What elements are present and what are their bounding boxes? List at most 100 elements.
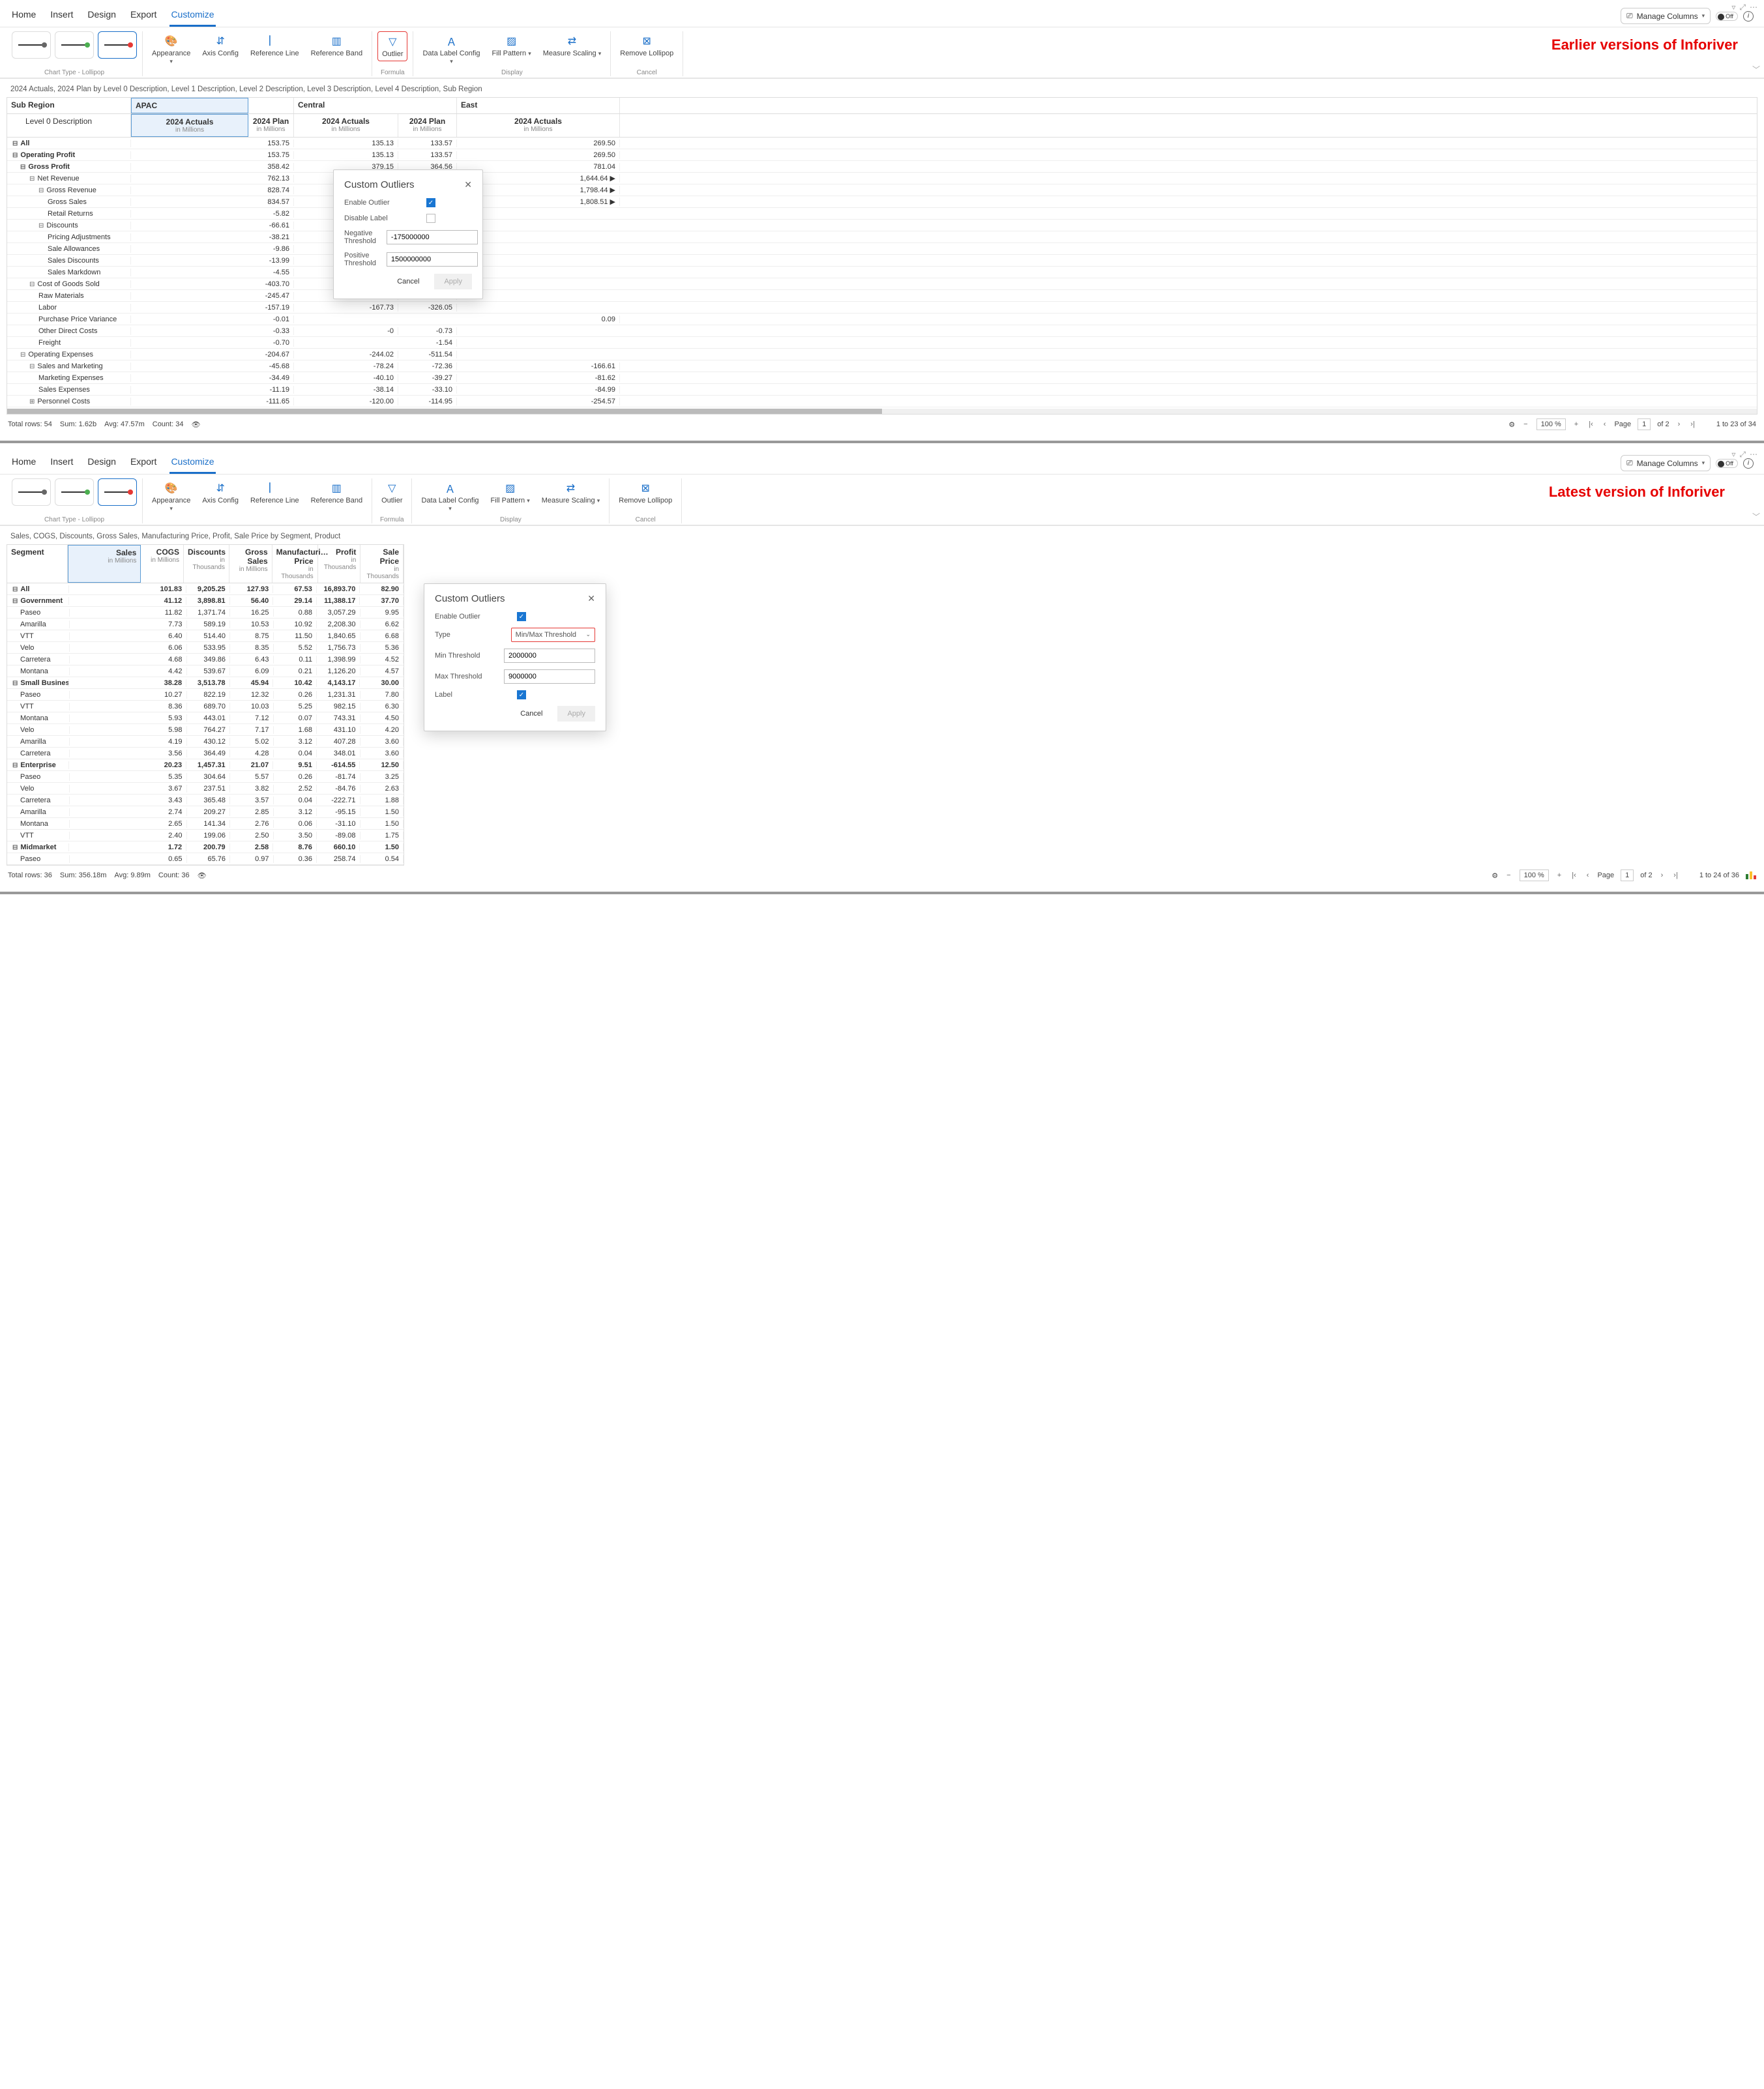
reference-band-button[interactable]: ▥Reference Band [307,478,367,507]
chart-thumb-3-selected[interactable] [98,478,137,506]
table-row[interactable]: Sales Markdown-5.44-4.55-4-8.57 [7,267,1757,278]
table-row[interactable]: ⊟Discounts-76.21-66.61-71.8-153.80 [7,220,1757,231]
negative-threshold-input[interactable] [387,230,478,244]
cancel-button[interactable]: Cancel [510,706,552,722]
page-last[interactable]: ›| [1671,871,1680,879]
table-row[interactable]: Sale Allowances-12.16-9.86-22.21 [7,243,1757,255]
measure-scaling-button[interactable]: ⇄Measure Scaling ▾ [539,31,606,60]
hscroll[interactable] [7,409,1757,414]
table-row[interactable]: Carretera3.913.56364.494.280.04348.013.6… [7,748,404,759]
table-row[interactable]: VTT2.302.40199.062.503.50-89.081.75 [7,830,404,841]
page-first[interactable]: |‹ [1587,420,1595,428]
zoom-in[interactable]: + [1572,420,1580,428]
table-row[interactable]: Amarilla2.642.74209.272.853.12-95.151.50 [7,806,404,818]
appearance-button[interactable]: 🎨Appearance▾ [148,31,194,68]
table-row[interactable]: Labor-167.54-157.19-167.73-326.05 [7,302,1757,314]
fill-pattern-button[interactable]: ▨Fill Pattern ▾ [487,478,534,507]
table-row[interactable]: Amarilla4.594.19430.125.023.12407.283.60 [7,736,404,748]
table-row[interactable]: ⊟All118.73101.839,205.25127.9367.5316,89… [7,583,404,595]
tab-customize[interactable]: Customize [169,5,215,27]
page-next[interactable]: › [1676,420,1683,428]
page-last[interactable]: ›| [1688,420,1697,428]
ribbon-more-icon[interactable]: ﹀ [1752,511,1760,522]
page-first[interactable]: |‹ [1570,871,1578,879]
positive-threshold-input[interactable] [387,252,478,267]
table-row[interactable]: Sales Discounts-17.15-13.99-15-34.92 [7,255,1757,267]
table-row[interactable]: ⊟Operating Expenses-223.51-204.67-244.02… [7,349,1757,360]
table-row[interactable]: ⊟Government52.5041.123,898.8156.4029.141… [7,595,404,607]
zoom-level[interactable]: 100 % [1520,869,1549,881]
zoom-out[interactable]: − [1521,420,1529,428]
expand-icon[interactable]: ⤢ [1739,450,1746,460]
page-number[interactable]: 1 [1621,869,1634,881]
remove-lollipop-button[interactable]: ⊠Remove Lollipop [616,31,677,60]
eye-off-icon[interactable]: 👁 [198,871,207,880]
close-icon[interactable]: ✕ [587,593,595,604]
tab-design[interactable]: Design [86,452,117,474]
table-row[interactable]: ⊟Gross Profit375.22358.42379.15364.56781… [7,161,1757,173]
chart-thumb-2[interactable] [55,31,94,59]
reference-line-button[interactable]: ⎸Reference Line [246,478,303,507]
data-label-config-button[interactable]: ＡData Label Config▾ [419,31,484,68]
enable-outlier-checkbox[interactable]: ✓ [426,198,435,207]
tab-home[interactable]: Home [10,452,37,474]
appearance-button[interactable]: 🎨Appearance▾ [148,478,194,515]
table-row[interactable]: Retail Returns-5.88-5.82-5-10.07 [7,208,1757,220]
axis-config-button[interactable]: ⇵Axis Config [198,31,243,60]
table-row[interactable]: Velo7.816.06533.958.355.521,756.735.36 [7,642,404,654]
table-row[interactable]: Carretera6.084.68349.866.430.111,398.994… [7,654,404,665]
filter-icon[interactable]: ▿ [1731,450,1735,460]
tab-customize[interactable]: Customize [169,452,215,474]
tab-export[interactable]: Export [129,5,158,27]
apply-button[interactable]: Apply [434,274,472,289]
type-select[interactable]: Min/Max Threshold⌄ [511,628,595,642]
table-row[interactable]: Montana6.675.93443.017.120.07743.314.50 [7,712,404,724]
axis-config-button[interactable]: ⇵Axis Config [198,478,243,507]
chart-thumb-2[interactable] [55,478,94,506]
zoom-level[interactable]: 100 % [1536,418,1566,430]
more-icon[interactable]: ⋯ [1750,3,1757,12]
tab-home[interactable]: Home [10,5,37,27]
table-row[interactable]: Amarilla9.947.73589.1910.5310.922,208.30… [7,619,404,630]
table-row[interactable]: VTT8.246.40514.408.7511.501,840.656.68 [7,630,404,642]
reference-line-button[interactable]: ⎸Reference Line [246,31,303,60]
close-icon[interactable]: ✕ [464,179,472,190]
table-row[interactable]: Gross Sales892.79834.57889.07870.941,808… [7,196,1757,208]
page-next[interactable]: › [1659,871,1666,879]
table-row[interactable]: ⊟All151.70153.75135.13133.57269.50 [7,138,1757,149]
eye-off-icon[interactable]: 👁 [191,420,200,429]
manage-columns-button[interactable]: ⎚ Manage Columns ▾ [1621,455,1711,471]
data-label-config-button[interactable]: ＡData Label Config▾ [417,478,482,515]
apply-button[interactable]: Apply [557,706,595,722]
fill-pattern-button[interactable]: ▨Fill Pattern ▾ [488,31,535,60]
cancel-button[interactable]: Cancel [387,274,429,289]
filter-icon[interactable]: ▿ [1731,3,1735,12]
table-row[interactable]: ⊟Sales and Marketing-59.48-45.68-78.24-7… [7,360,1757,372]
table-row[interactable]: Paseo14.8811.821,371.7416.250.883,057.29… [7,607,404,619]
remove-lollipop-button[interactable]: ⊠Remove Lollipop [615,478,676,507]
table-row[interactable]: Paseo5.275.35304.645.570.26-81.743.25 [7,771,404,783]
table-row[interactable]: Pricing Adjustments-41.46-38.21-41.-88.1… [7,231,1757,243]
tab-export[interactable]: Export [129,452,158,474]
measure-scaling-button[interactable]: ⇄Measure Scaling ▾ [538,478,604,507]
toggle-off[interactable]: Off [1716,12,1738,21]
manage-columns-button[interactable]: ⎚ Manage Columns ▾ [1621,8,1711,24]
toggle-off[interactable]: Off [1716,459,1738,468]
page-prev[interactable]: ‹ [1602,420,1608,428]
table-row[interactable]: ⊟Net Revenue810.70762.13811.27794.701,64… [7,173,1757,184]
table-row[interactable]: Velo3.583.67237.513.822.52-84.762.63 [7,783,404,795]
table-row[interactable]: VTT9.348.36689.7010.035.25982.156.30 [7,701,404,712]
reference-band-button[interactable]: ▥Reference Band [307,31,367,60]
table-row[interactable]: Other Direct Costs-0.44-0.33-0-0.73 [7,325,1757,337]
gear-icon[interactable]: ⚙ [1492,871,1498,880]
tab-insert[interactable]: Insert [49,5,74,27]
zoom-out[interactable]: − [1505,871,1512,879]
table-row[interactable]: Marketing Expenses-36.59-34.49-40.10-39.… [7,372,1757,384]
enable-outlier-checkbox[interactable]: ✓ [517,612,526,621]
outlier-button[interactable]: ▽Outlier [377,478,406,507]
max-threshold-input[interactable] [504,669,595,684]
page-number[interactable]: 1 [1638,418,1651,430]
powerbi-icon[interactable] [1746,871,1756,879]
page-prev[interactable]: ‹ [1585,871,1591,879]
table-row[interactable]: Paseo0.910.6565.760.970.36258.740.54 [7,853,404,865]
